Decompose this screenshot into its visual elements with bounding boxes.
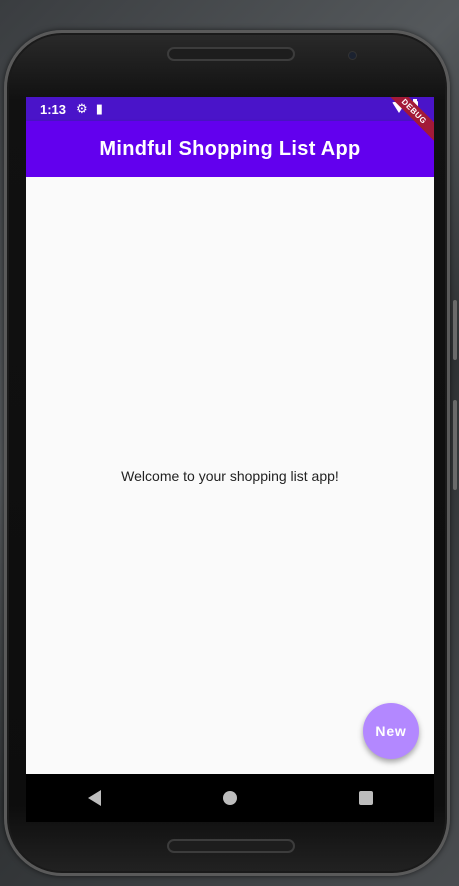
screen: 1:13 ⚙ ▮ Mindful Shopping List App DEBUG… — [26, 97, 434, 822]
volume-button[interactable] — [453, 300, 457, 360]
home-circle-icon — [223, 791, 237, 805]
bottom-speaker — [167, 839, 295, 853]
back-button[interactable] — [70, 774, 118, 822]
status-bar: 1:13 ⚙ ▮ — [26, 97, 434, 121]
recents-square-icon — [359, 791, 373, 805]
back-triangle-icon — [87, 790, 101, 806]
recents-button[interactable] — [342, 774, 390, 822]
new-item-button[interactable]: New — [363, 703, 419, 759]
main-body: Welcome to your shopping list app! — [26, 177, 434, 774]
home-button[interactable] — [206, 774, 254, 822]
phone-frame: 1:13 ⚙ ▮ Mindful Shopping List App DEBUG… — [4, 30, 450, 876]
top-speaker — [167, 47, 295, 61]
status-time: 1:13 — [40, 101, 67, 117]
front-camera — [348, 51, 357, 60]
sd-card-icon: ▮ — [95, 101, 103, 116]
welcome-text: Welcome to your shopping list app! — [121, 467, 339, 484]
power-button[interactable] — [453, 400, 457, 490]
gear-icon: ⚙ — [76, 101, 88, 116]
app-bar: Mindful Shopping List App — [26, 121, 434, 177]
system-nav-bar — [26, 774, 434, 822]
app-title: Mindful Shopping List App — [99, 137, 361, 160]
